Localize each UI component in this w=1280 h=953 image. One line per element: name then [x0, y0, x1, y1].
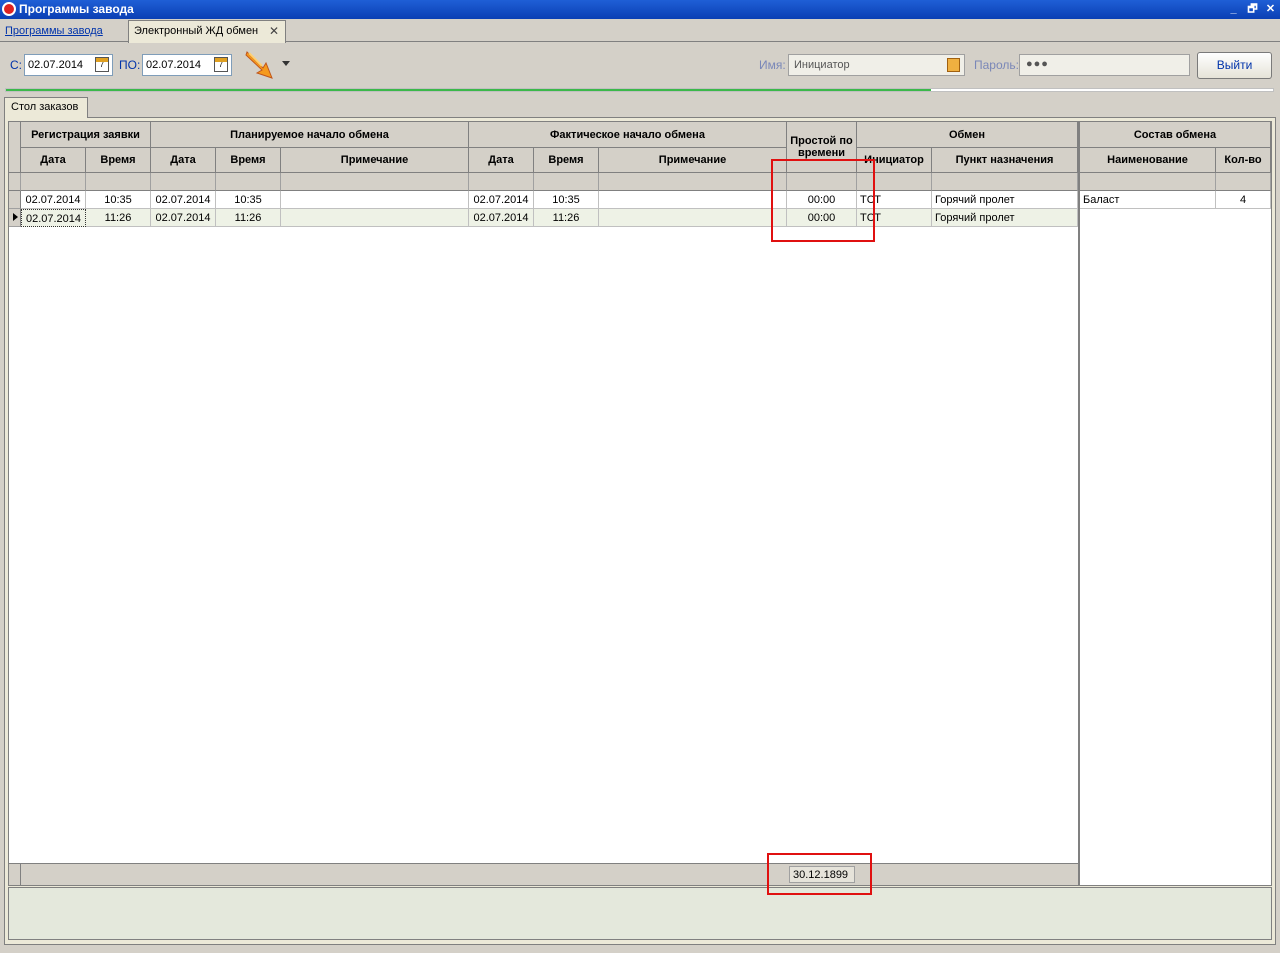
- table-cell[interactable]: 4: [1216, 191, 1271, 209]
- table-cell[interactable]: 02.07.2014: [21, 191, 86, 209]
- table-cell[interactable]: Горячий пролет: [932, 191, 1078, 209]
- refresh-arrow-icon[interactable]: [244, 50, 276, 80]
- table-cell[interactable]: 02.07.2014: [151, 191, 216, 209]
- calendar-icon[interactable]: 7: [214, 57, 228, 72]
- filter-cell[interactable]: [469, 173, 534, 191]
- col-act-date[interactable]: Дата: [469, 148, 534, 173]
- filter-cell[interactable]: [932, 173, 1078, 191]
- col-item-name[interactable]: Наименование: [1080, 148, 1216, 173]
- filter-cell[interactable]: [1216, 173, 1271, 191]
- table-cell[interactable]: 02.07.2014: [21, 209, 86, 227]
- table-cell[interactable]: 02.07.2014: [151, 209, 216, 227]
- minimize-button[interactable]: _: [1226, 2, 1241, 16]
- row-indicator[interactable]: [9, 209, 21, 227]
- details-panel: [8, 887, 1272, 940]
- orders-grid: Регистрация заявки Планируемое начало об…: [8, 121, 1079, 886]
- col-destination[interactable]: Пункт назначения: [932, 148, 1078, 173]
- table-cell[interactable]: [281, 209, 469, 227]
- tab-rail-exchange[interactable]: Электронный ЖД обмен ✕: [128, 20, 286, 43]
- filter-cell[interactable]: [599, 173, 787, 191]
- col-act-note[interactable]: Примечание: [599, 148, 787, 173]
- tab-programs[interactable]: Программы завода: [0, 21, 127, 42]
- table-cell[interactable]: 10:35: [86, 191, 151, 209]
- col-plan-date[interactable]: Дата: [151, 148, 216, 173]
- tab-rail-exchange-label: Электронный ЖД обмен: [134, 25, 259, 37]
- chevron-down-icon[interactable]: [282, 61, 290, 66]
- to-label: ПО:: [119, 58, 141, 72]
- title-bar: Программы завода _ 🗗 ✕: [0, 0, 1280, 19]
- filter-cell[interactable]: [86, 173, 151, 191]
- table-cell[interactable]: 10:35: [534, 191, 599, 209]
- col-plan-time[interactable]: Время: [216, 148, 281, 173]
- row-indicator[interactable]: [9, 191, 21, 209]
- header-planned: Планируемое начало обмена: [151, 122, 469, 148]
- filter-cell[interactable]: [534, 173, 599, 191]
- from-date-value: 02.07.2014: [28, 59, 84, 71]
- password-field[interactable]: ●●●: [1019, 54, 1190, 76]
- table-cell[interactable]: 11:26: [534, 209, 599, 227]
- exit-button[interactable]: Выйти: [1197, 52, 1272, 79]
- close-tab-icon[interactable]: ✕: [269, 24, 279, 38]
- to-date-input[interactable]: 02.07.2014 7: [142, 54, 232, 76]
- name-value: Инициатор: [794, 59, 850, 71]
- table-cell[interactable]: 02.07.2014: [469, 191, 534, 209]
- col-plan-note[interactable]: Примечание: [281, 148, 469, 173]
- tab-orders-table[interactable]: Стол заказов: [4, 97, 88, 118]
- composition-grid: Состав обмена Наименование Кол-во Баласт…: [1079, 121, 1272, 886]
- header-composition: Состав обмена: [1080, 122, 1271, 148]
- table-cell[interactable]: 11:26: [216, 209, 281, 227]
- table-cell[interactable]: [599, 191, 787, 209]
- table-cell[interactable]: 11:26: [86, 209, 151, 227]
- progress-fill: [6, 89, 931, 91]
- row-indicator-header: [9, 122, 21, 173]
- header-actual: Фактическое начало обмена: [469, 122, 787, 148]
- close-window-button[interactable]: ✕: [1263, 2, 1278, 16]
- filter-cell[interactable]: [216, 173, 281, 191]
- from-date-input[interactable]: 02.07.2014 7: [24, 54, 113, 76]
- table-cell[interactable]: [281, 191, 469, 209]
- filter-cell[interactable]: [1080, 173, 1216, 191]
- table-cell[interactable]: [599, 209, 787, 227]
- from-label: С:: [10, 58, 22, 72]
- restore-button[interactable]: 🗗: [1245, 2, 1260, 16]
- calendar-icon[interactable]: 7: [95, 57, 109, 72]
- highlight-downtime-column: [771, 159, 875, 242]
- header-exchange: Обмен: [857, 122, 1078, 148]
- grid-footer: 30.12.1899: [9, 863, 1078, 886]
- progress-bar: [5, 88, 1274, 92]
- app-icon: [2, 2, 16, 16]
- name-field[interactable]: Инициатор: [788, 54, 965, 76]
- filter-cell[interactable]: [281, 173, 469, 191]
- table-cell[interactable]: Горячий пролет: [932, 209, 1078, 227]
- filter-cell[interactable]: [151, 173, 216, 191]
- window-title: Программы завода: [19, 2, 134, 16]
- table-cell[interactable]: Баласт: [1080, 191, 1216, 209]
- header-registration: Регистрация заявки: [21, 122, 151, 148]
- col-quantity[interactable]: Кол-во: [1216, 148, 1271, 173]
- highlight-downtime-total: [767, 853, 872, 895]
- table-cell[interactable]: 10:35: [216, 191, 281, 209]
- filter-cell: [9, 173, 21, 191]
- current-row-icon: [13, 213, 18, 221]
- col-reg-date[interactable]: Дата: [21, 148, 86, 173]
- to-date-value: 02.07.2014: [146, 59, 202, 71]
- document-tabs: Программы завода Электронный ЖД обмен ✕: [0, 19, 1280, 43]
- col-reg-time[interactable]: Время: [86, 148, 151, 173]
- filter-cell[interactable]: [21, 173, 86, 191]
- table-cell[interactable]: 02.07.2014: [469, 209, 534, 227]
- password-label: Пароль:: [974, 58, 1019, 72]
- col-act-time[interactable]: Время: [534, 148, 599, 173]
- name-label: Имя:: [759, 58, 786, 72]
- lookup-icon[interactable]: [947, 58, 960, 72]
- footer-indicator: [9, 864, 21, 886]
